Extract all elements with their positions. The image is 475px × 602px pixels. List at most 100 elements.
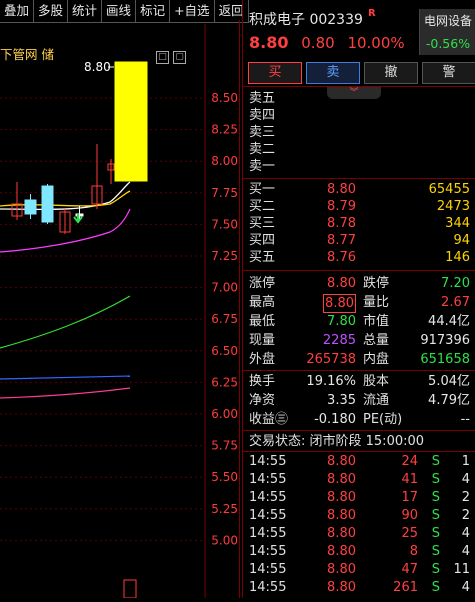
tick-row: 14:55 8.80 25 S 4	[243, 525, 475, 542]
tick-price: 8.80	[327, 544, 356, 559]
tick-side: S	[431, 508, 440, 523]
chart-corner-controls: □ ▢	[156, 51, 186, 64]
bid-label: 买一	[249, 182, 276, 197]
ask-label: 卖三	[249, 125, 276, 140]
tick-volume: 90	[401, 508, 418, 523]
y-tick-label: 7.75	[211, 186, 238, 200]
tick-time: 14:55	[249, 490, 287, 505]
trade-status: 交易状态: 闭市阶段 15:00:00	[243, 433, 475, 450]
chart-divider	[239, 20, 240, 598]
stat-row: 收益㊂ -0.180 PE(动) --	[243, 411, 475, 428]
stat-label: 内盘	[363, 352, 390, 367]
stat-label: 涨停	[249, 276, 276, 291]
tick-row: 14:55 8.80 261 S 4	[243, 579, 475, 596]
candle	[41, 185, 54, 223]
stock-code: 002339	[309, 12, 363, 28]
ask-row: 卖五	[243, 90, 475, 107]
y-tick-label: 6.75	[211, 312, 238, 326]
stat-value: 651658	[420, 352, 470, 367]
toolbar-button-5[interactable]: +自选	[170, 0, 215, 23]
y-tick-label: 8.00	[211, 154, 238, 168]
cancel-button[interactable]: 撤	[364, 62, 418, 84]
tick-count: 4	[461, 580, 470, 595]
sell-button[interactable]: 卖	[306, 62, 360, 84]
tick-side: S	[431, 544, 440, 559]
stat-value: 44.4亿	[428, 314, 470, 329]
tick-side: S	[431, 526, 440, 541]
stat-row: 最低 7.80 市值 44.4亿	[243, 313, 475, 330]
price-line: 8.80 0.80 10.00%	[249, 33, 405, 52]
stat-row: 涨停 8.80 跌停 7.20	[243, 275, 475, 292]
tick-volume: 17	[401, 490, 418, 505]
stat-row: 换手 19.16% 股本 5.04亿	[243, 373, 475, 390]
tick-count: 2	[461, 508, 470, 523]
tick-side: S	[431, 490, 440, 505]
tick-time: 14:55	[249, 454, 287, 469]
alert-button[interactable]: 警	[422, 62, 475, 84]
tick-row: 14:55 8.80 90 S 2	[243, 507, 475, 524]
toolbar-button-0[interactable]: 叠加	[0, 0, 35, 23]
separator	[243, 178, 475, 179]
stat-label: PE(动)	[363, 412, 403, 427]
price-change: 0.80	[301, 34, 335, 52]
stat-label: 换手	[249, 374, 276, 389]
separator	[243, 451, 475, 452]
tick-volume: 261	[393, 580, 418, 595]
tick-price: 8.80	[327, 454, 356, 469]
buy-button[interactable]: 买	[248, 62, 302, 84]
ask-label: 卖二	[249, 142, 276, 157]
tick-volume: 8	[409, 544, 418, 559]
tick-side: S	[431, 562, 440, 577]
stat-value: 8.80	[323, 294, 356, 313]
stat-label: 现量	[249, 333, 276, 348]
toolbar-button-3[interactable]: 画线	[102, 0, 137, 23]
y-tick-label: 8.50	[211, 91, 238, 105]
tick-time: 14:55	[249, 544, 287, 559]
tick-time: 14:55	[249, 508, 287, 523]
high-price-label: 8.80	[84, 60, 111, 74]
sector-box[interactable]: 电网设备 -0.56%	[419, 9, 475, 55]
tick-volume: 47	[401, 562, 418, 577]
stat-row: 最高 8.80 量比 2.67	[243, 294, 475, 313]
volume-bar	[123, 579, 137, 599]
ask-row: 卖一	[243, 158, 475, 175]
bid-row: 买二 8.79 2473	[243, 198, 475, 215]
bid-price: 8.79	[327, 199, 356, 214]
bid-label: 买二	[249, 199, 276, 214]
bid-price: 8.77	[327, 233, 356, 248]
stat-value: 7.80	[327, 314, 356, 329]
stat-label: 总量	[363, 333, 390, 348]
tick-count: 1	[461, 454, 470, 469]
kline-chart[interactable]: 8.50 8.25 8.00 7.75 7.50 7.25 7.00 6.75 6.50 6.25…	[0, 24, 240, 599]
bid-label: 买三	[249, 216, 276, 231]
y-tick-label: 5.75	[211, 439, 238, 453]
stock-header: 积成电子 002339 R 8.80 0.80 10.00% 电网设备 -0.5…	[243, 0, 475, 60]
tick-volume: 25	[401, 526, 418, 541]
stat-value: 2.67	[441, 295, 470, 310]
toolbar-button-4[interactable]: 标记	[136, 0, 171, 23]
bid-volume: 65455	[428, 182, 470, 197]
separator	[243, 270, 475, 271]
tick-price: 8.80	[327, 472, 356, 487]
tick-volume: 24	[401, 454, 418, 469]
stat-label: 流通	[363, 393, 390, 408]
toolbar-button-1[interactable]: 多股	[34, 0, 69, 23]
stat-row: 现量 2285 总量 917396	[243, 332, 475, 349]
y-tick-label: 6.50	[211, 344, 238, 358]
toolbar-button-2[interactable]: 统计	[68, 0, 103, 23]
window-icon[interactable]: ▢	[173, 51, 186, 64]
bid-volume: 344	[445, 216, 470, 231]
tick-count: 11	[453, 562, 470, 577]
stat-value: 4.79亿	[428, 393, 470, 408]
margin-flag-badge: R	[368, 8, 376, 19]
add-icon[interactable]: □	[156, 51, 169, 64]
bid-price: 8.78	[327, 216, 356, 231]
ask-label: 卖一	[249, 159, 276, 174]
tick-price: 8.80	[327, 526, 356, 541]
stock-title: 积成电子 002339	[249, 9, 363, 29]
separator	[243, 370, 475, 371]
bid-row: 买三 8.78 344	[243, 215, 475, 232]
separator	[243, 430, 475, 431]
trade-buttons: 买 卖 撤 警	[248, 62, 475, 84]
stat-label: 量比	[363, 295, 390, 310]
